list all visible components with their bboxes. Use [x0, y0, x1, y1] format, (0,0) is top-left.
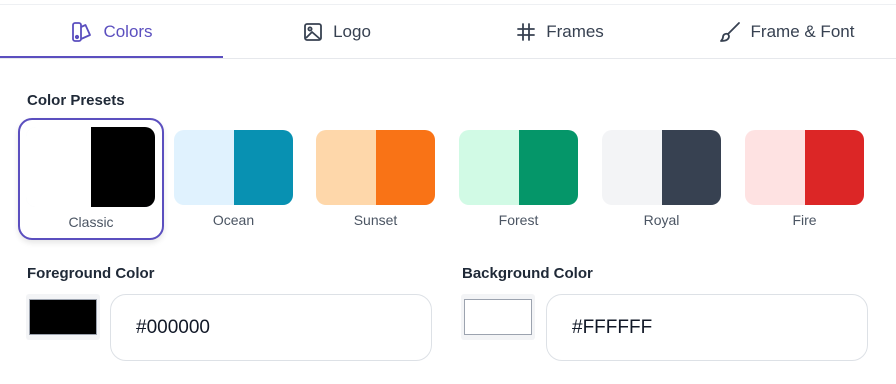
preset-label: Fire	[792, 212, 817, 228]
swatch-light	[745, 130, 805, 205]
preset-classic[interactable]: Classic	[18, 118, 164, 240]
preset-sunset[interactable]: Sunset	[308, 118, 454, 240]
preset-swatch	[745, 130, 864, 205]
preset-swatch	[602, 130, 721, 205]
palette-icon	[71, 21, 93, 43]
tab-frames-label: Frames	[546, 22, 604, 41]
tab-frame-font[interactable]: Frame & Font	[714, 5, 859, 59]
preset-ocean[interactable]: Ocean	[166, 118, 312, 240]
background-label: Background Color	[462, 265, 593, 282]
tab-colors-label: Colors	[103, 22, 153, 41]
preset-swatch	[174, 130, 293, 205]
preset-forest[interactable]: Forest	[451, 118, 597, 240]
background-hex-value: #FFFFFF	[572, 316, 653, 338]
swatch-light	[459, 130, 519, 205]
preset-swatch	[316, 130, 435, 205]
image-icon	[303, 22, 323, 42]
swatch-light	[316, 130, 376, 205]
preset-label: Royal	[643, 212, 680, 228]
swatch-dark	[661, 130, 721, 205]
background-swatch	[464, 299, 532, 335]
preset-label: Ocean	[212, 212, 255, 228]
background-hex-input[interactable]: #FFFFFF	[546, 294, 868, 361]
tab-frame-font-label: Frame & Font	[750, 22, 855, 41]
swatch-dark	[233, 130, 293, 205]
tab-logo-label: Logo	[333, 22, 371, 41]
swatch-dark	[518, 130, 578, 205]
presets-title: Color Presets	[27, 92, 125, 109]
swatch-dark	[90, 127, 155, 207]
grid-icon	[516, 22, 536, 42]
tab-logo[interactable]: Logo	[298, 5, 376, 59]
foreground-swatch	[29, 299, 97, 335]
tab-bar: Colors Logo Frames Frame & Font	[0, 5, 896, 59]
preset-fire[interactable]: Fire	[737, 118, 883, 240]
foreground-hex-input[interactable]: #000000	[110, 294, 432, 361]
swatch-light	[26, 127, 91, 207]
preset-label: Sunset	[353, 212, 398, 228]
preset-royal[interactable]: Royal	[594, 118, 740, 240]
swatch-light	[174, 130, 234, 205]
tab-frames[interactable]: Frames	[512, 5, 608, 59]
swatch-dark	[804, 130, 864, 205]
foreground-label: Foreground Color	[27, 265, 155, 282]
preset-label: Classic	[68, 214, 114, 230]
foreground-hex-value: #000000	[136, 316, 210, 338]
preset-swatch	[26, 127, 155, 207]
tab-colors[interactable]: Colors	[68, 5, 156, 59]
foreground-color-picker[interactable]	[26, 294, 100, 340]
swatch-light	[602, 130, 662, 205]
brush-icon	[719, 21, 741, 43]
swatch-dark	[375, 130, 435, 205]
preset-swatch	[459, 130, 578, 205]
preset-label: Forest	[498, 212, 539, 228]
active-tab-indicator	[0, 56, 223, 58]
background-color-picker[interactable]	[461, 294, 535, 340]
